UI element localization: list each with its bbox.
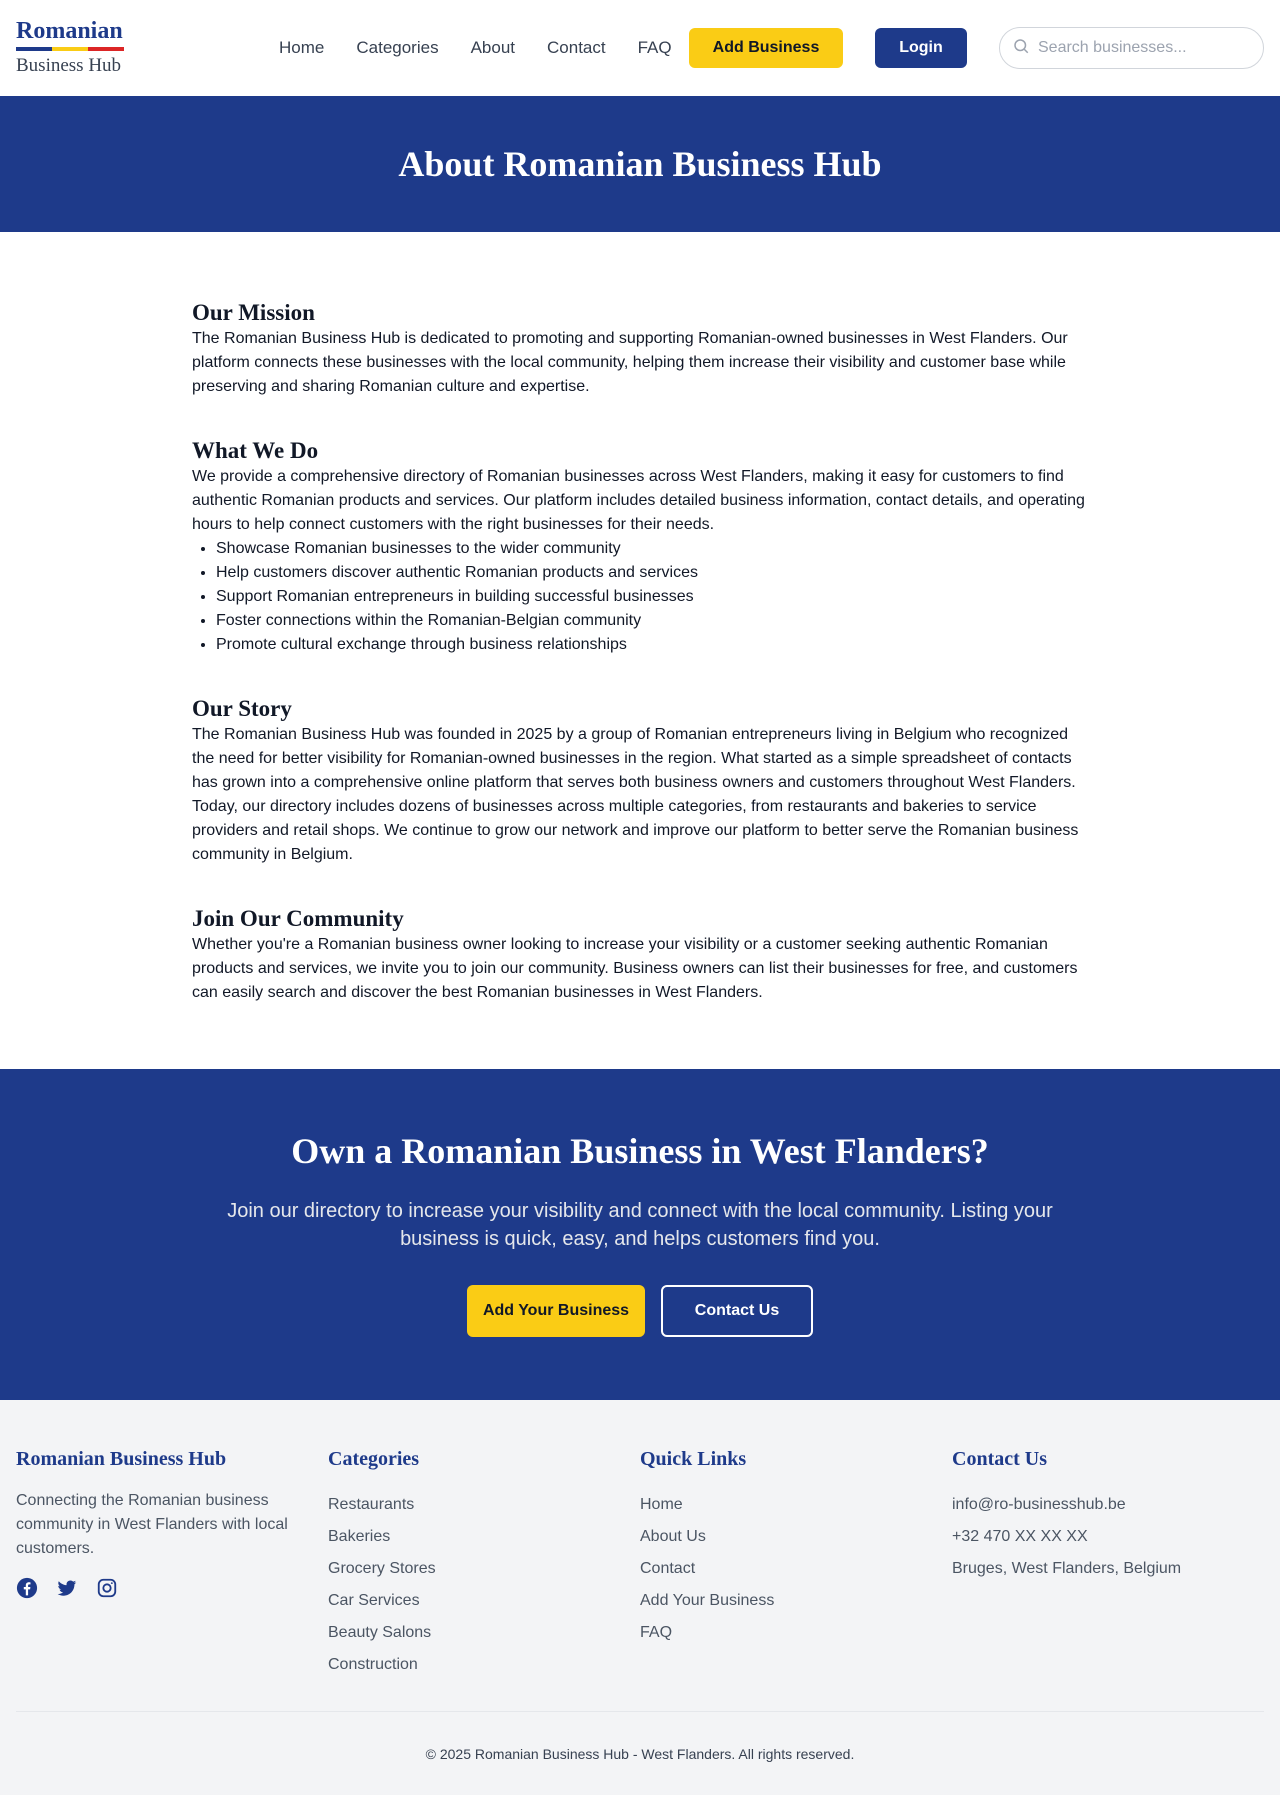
- footer-link[interactable]: Construction: [328, 1649, 640, 1681]
- footer-link[interactable]: Contact: [640, 1553, 952, 1585]
- copyright: © 2025 Romanian Business Hub - West Flan…: [425, 1746, 855, 1762]
- what-we-do-heading: What We Do: [192, 438, 319, 463]
- logo-title: Romanian: [16, 18, 123, 44]
- footer-quick-links-heading: Quick Links: [640, 1448, 747, 1470]
- site-header: Romanian Business Hub Home Categories Ab…: [0, 0, 1280, 96]
- add-business-button[interactable]: Add Business: [689, 28, 843, 68]
- logo-subtitle: Business Hub: [16, 55, 122, 76]
- story-text: The Romanian Business Hub was founded in…: [192, 726, 1079, 863]
- community-section: Join Our Community Whether you're a Roma…: [192, 905, 1088, 1005]
- footer-link[interactable]: About Us: [640, 1521, 952, 1553]
- main-nav: Home Categories About Contact FAQ: [279, 0, 672, 96]
- community-text: Whether you're a Romanian business owner…: [192, 936, 1078, 1001]
- cta-text: Join our directory to increase your visi…: [227, 1200, 1053, 1250]
- nav-categories[interactable]: Categories: [356, 38, 438, 58]
- search-input[interactable]: [1038, 39, 1248, 57]
- mission-text: The Romanian Business Hub is dedicated t…: [192, 330, 1068, 395]
- story-heading: Our Story: [192, 696, 292, 721]
- search-icon: [1012, 37, 1030, 60]
- footer-link[interactable]: Grocery Stores: [328, 1553, 640, 1585]
- footer-contact: Contact Us info@ro-businesshub.be +32 47…: [952, 1448, 1264, 1681]
- community-heading: Join Our Community: [192, 906, 404, 931]
- what-we-do-text: We provide a comprehensive directory of …: [192, 468, 1085, 533]
- page-title: About Romanian Business Hub: [398, 144, 882, 184]
- story-section: Our Story The Romanian Business Hub was …: [192, 695, 1088, 867]
- footer-about: Romanian Business Hub Connecting the Rom…: [16, 1448, 328, 1681]
- list-item: Promote cultural exchange through busine…: [216, 633, 1088, 657]
- twitter-icon[interactable]: [56, 1577, 78, 1599]
- instagram-icon[interactable]: [96, 1577, 118, 1599]
- list-item: Help customers discover authentic Romani…: [216, 561, 1088, 585]
- footer-about-text: Connecting the Romanian business communi…: [16, 1492, 288, 1557]
- nav-faq[interactable]: FAQ: [638, 38, 672, 58]
- cta-heading: Own a Romanian Business in West Flanders…: [291, 1131, 989, 1171]
- footer-quick-links: Quick Links Home About Us Contact Add Yo…: [640, 1448, 952, 1681]
- footer-link[interactable]: Bakeries: [328, 1521, 640, 1553]
- search-box: [999, 27, 1264, 69]
- footer-contact-heading: Contact Us: [952, 1448, 1047, 1470]
- contact-address: Bruges, West Flanders, Belgium: [952, 1560, 1182, 1577]
- footer-link[interactable]: Car Services: [328, 1585, 640, 1617]
- footer-categories: Categories Restaurants Bakeries Grocery …: [328, 1448, 640, 1681]
- nav-about[interactable]: About: [471, 38, 515, 58]
- login-button[interactable]: Login: [875, 28, 967, 68]
- footer-link[interactable]: Restaurants: [328, 1489, 640, 1521]
- logo-flag-bar: [16, 47, 124, 51]
- list-item: Support Romanian entrepreneurs in buildi…: [216, 585, 1088, 609]
- footer-link[interactable]: Beauty Salons: [328, 1617, 640, 1649]
- footer-columns: Romanian Business Hub Connecting the Rom…: [16, 1448, 1264, 1681]
- footer-link[interactable]: FAQ: [640, 1617, 952, 1649]
- what-we-do-list: Showcase Romanian businesses to the wide…: [192, 537, 1088, 657]
- nav-home[interactable]: Home: [279, 38, 324, 58]
- add-your-business-button[interactable]: Add Your Business: [467, 1285, 645, 1337]
- cta-banner: Own a Romanian Business in West Flanders…: [0, 1069, 1280, 1400]
- list-item: Foster connections within the Romanian-B…: [216, 609, 1088, 633]
- page-hero: About Romanian Business Hub: [0, 96, 1280, 232]
- contact-phone[interactable]: +32 470 XX XX XX: [952, 1521, 1264, 1553]
- social-links: [16, 1577, 328, 1599]
- footer-link[interactable]: Home: [640, 1489, 952, 1521]
- site-footer: Romanian Business Hub Connecting the Rom…: [0, 1400, 1280, 1795]
- what-we-do-section: What We Do We provide a comprehensive di…: [192, 437, 1088, 657]
- footer-link[interactable]: Add Your Business: [640, 1585, 952, 1617]
- contact-email[interactable]: info@ro-businesshub.be: [952, 1489, 1264, 1521]
- footer-categories-heading: Categories: [328, 1448, 420, 1470]
- footer-about-heading: Romanian Business Hub: [16, 1448, 227, 1470]
- logo[interactable]: Romanian Business Hub: [16, 19, 156, 77]
- mission-heading: Our Mission: [192, 300, 315, 325]
- list-item: Showcase Romanian businesses to the wide…: [216, 537, 1088, 561]
- contact-us-button[interactable]: Contact Us: [661, 1285, 813, 1337]
- nav-contact[interactable]: Contact: [547, 38, 606, 58]
- mission-section: Our Mission The Romanian Business Hub is…: [192, 299, 1088, 399]
- facebook-icon[interactable]: [16, 1577, 38, 1599]
- about-content: Our Mission The Romanian Business Hub is…: [192, 232, 1088, 1069]
- cta-buttons: Add Your Business Contact Us: [0, 1285, 1280, 1337]
